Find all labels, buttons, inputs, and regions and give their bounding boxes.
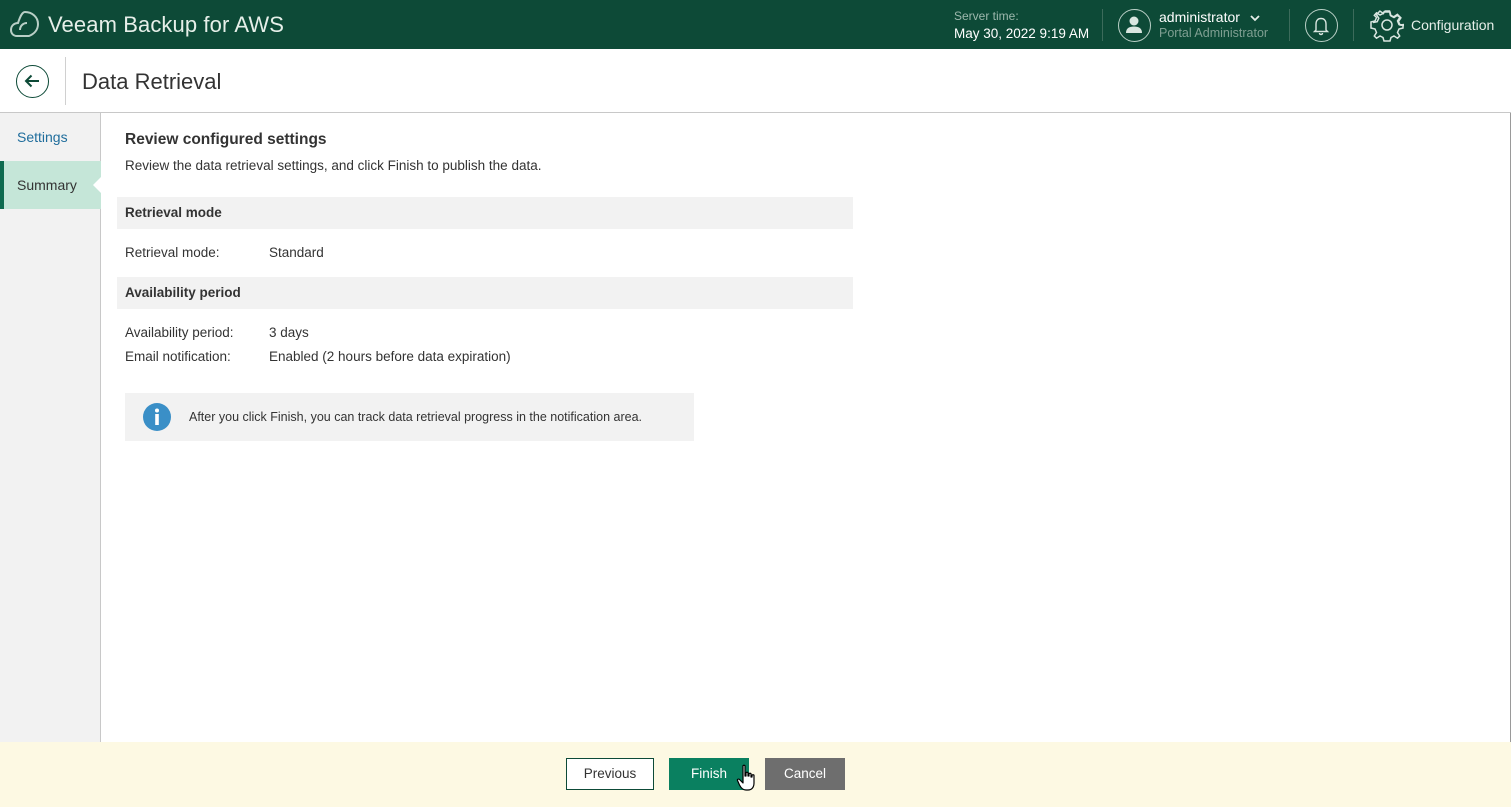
arrow-left-icon: [24, 74, 39, 88]
step-settings[interactable]: Settings: [0, 113, 101, 161]
wizard-steps: Settings Summary: [0, 113, 101, 742]
active-step-pointer: [93, 177, 101, 193]
notification-icon: [1312, 17, 1330, 36]
row-key: Retrieval mode:: [125, 245, 220, 260]
row-key: Availability period:: [125, 325, 234, 340]
app-title: Veeam Backup for AWS: [48, 12, 284, 37]
summary-panel: Review configured settings Review the da…: [101, 113, 1511, 742]
divider: [1289, 9, 1290, 41]
page-title: Data Retrieval: [82, 69, 222, 94]
back-button[interactable]: [16, 65, 49, 98]
section-title: Review configured settings: [125, 131, 327, 148]
info-text: After you click Finish, you can track da…: [189, 410, 642, 424]
server-time-value: May 30, 2022 9:19 AM: [954, 26, 1090, 41]
row-value: 3 days: [269, 325, 309, 340]
group-header-retrieval-mode: Retrieval mode: [117, 197, 853, 229]
previous-button[interactable]: Previous: [566, 758, 654, 790]
section-description: Review the data retrieval settings, and …: [125, 158, 542, 173]
divider: [1102, 9, 1103, 41]
divider: [1353, 9, 1354, 41]
page-header: Data Retrieval: [0, 49, 1511, 113]
bell-icon[interactable]: [1305, 9, 1338, 42]
user-avatar-icon[interactable]: [1118, 9, 1151, 42]
server-time: Server time: May 30, 2022 9:19 AM: [954, 9, 1089, 41]
veeam-logo[interactable]: [8, 9, 42, 41]
info-icon: [143, 403, 171, 431]
chevron-down-icon[interactable]: [1250, 14, 1260, 22]
hand-cursor-icon: [736, 764, 755, 791]
group-header-availability-period: Availability period: [117, 277, 853, 309]
top-bar: Veeam Backup for AWS Server time: May 30…: [0, 0, 1511, 49]
server-time-label: Server time:: [954, 9, 1019, 23]
divider: [65, 57, 66, 105]
gear-icon[interactable]: [1370, 8, 1404, 42]
row-value: Enabled (2 hours before data expiration): [269, 349, 511, 364]
info-box: After you click Finish, you can track da…: [125, 393, 694, 441]
configuration-link[interactable]: Configuration: [1411, 17, 1494, 33]
cancel-button[interactable]: Cancel: [765, 758, 845, 790]
row-key: Email notification:: [125, 349, 231, 364]
step-summary[interactable]: Summary: [0, 161, 101, 209]
user-role: Portal Administrator: [1159, 26, 1269, 40]
person-icon: [1126, 16, 1142, 33]
row-value: Standard: [269, 245, 324, 260]
